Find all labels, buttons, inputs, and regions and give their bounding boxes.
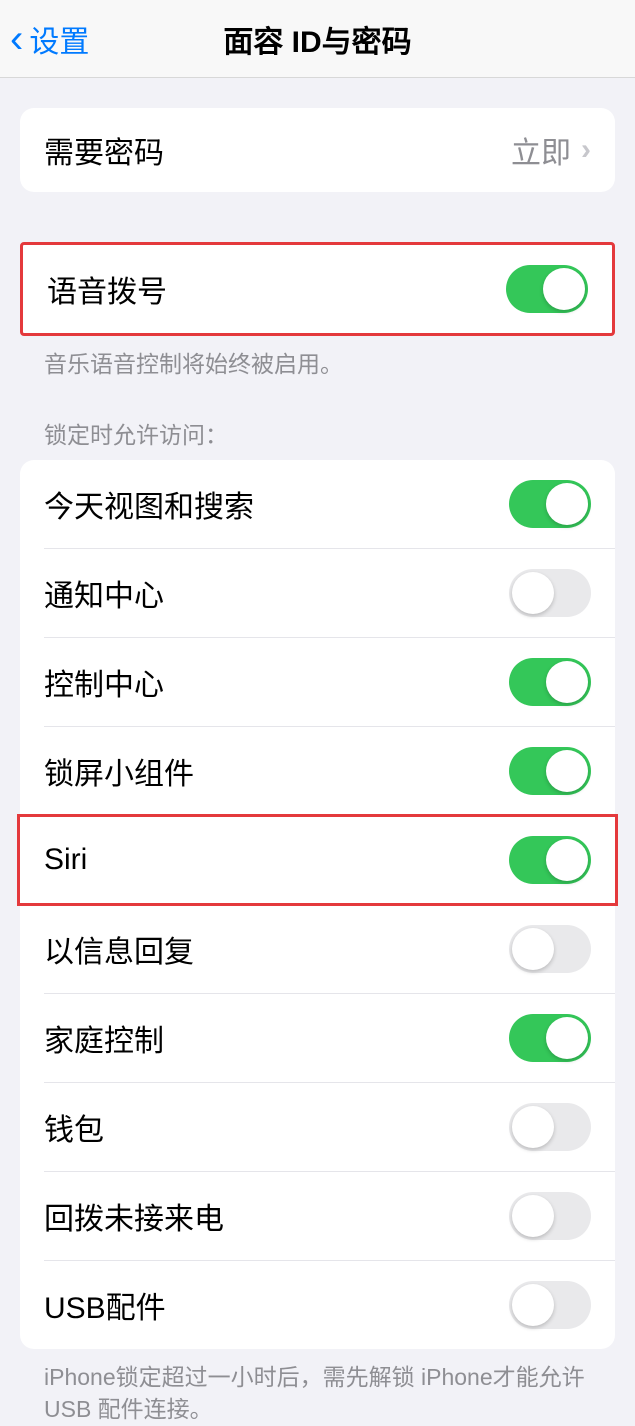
locked-access-toggle[interactable] [509, 1192, 591, 1240]
locked-access-toggle[interactable] [509, 480, 591, 528]
toggle-knob [546, 483, 588, 525]
chevron-left-icon: ‹ [10, 19, 23, 59]
toggle-knob [512, 928, 554, 970]
locked-access-label: 以信息回复 [44, 927, 194, 971]
toggle-knob [512, 1106, 554, 1148]
voice-dial-label: 语音拨号 [47, 267, 167, 311]
locked-access-note: iPhone锁定超过一小时后，需先解锁 iPhone才能允许USB 配件连接。 [20, 1349, 615, 1425]
locked-access-toggle[interactable] [509, 658, 591, 706]
toggle-knob [546, 839, 588, 881]
require-passcode-value-text: 立即 [511, 128, 571, 172]
locked-access-row: 以信息回复 [20, 905, 615, 993]
toggle-knob [546, 750, 588, 792]
locked-access-row: Siri [20, 816, 615, 904]
voice-dial-row: 语音拨号 [23, 245, 612, 333]
locked-access-header: 锁定时允许访问： [20, 416, 615, 460]
locked-access-toggle[interactable] [509, 1014, 591, 1062]
locked-access-row: 家庭控制 [20, 994, 615, 1082]
locked-access-toggle[interactable] [509, 1281, 591, 1329]
nav-header: ‹ 设置 面容 ID与密码 [0, 0, 635, 78]
locked-access-label: 今天视图和搜索 [44, 482, 254, 526]
locked-access-label: 锁屏小组件 [44, 749, 194, 793]
locked-access-label: 通知中心 [44, 571, 164, 615]
locked-access-row: 控制中心 [20, 638, 615, 726]
locked-access-label: 钱包 [44, 1105, 104, 1149]
locked-access-group: 今天视图和搜索通知中心控制中心锁屏小组件 Siri 以信息回复家庭控制钱包回拨未接来… [20, 460, 615, 1349]
back-button[interactable]: ‹ 设置 [0, 17, 89, 61]
locked-access-row: 锁屏小组件 [20, 727, 615, 815]
voice-dial-toggle[interactable] [506, 265, 588, 313]
locked-access-toggle[interactable] [509, 925, 591, 973]
locked-access-label: USB配件 [44, 1283, 166, 1327]
voice-dial-note: 音乐语音控制将始终被启用。 [20, 336, 615, 380]
toggle-knob [546, 661, 588, 703]
require-passcode-group: 需要密码 立即 › [20, 108, 615, 192]
toggle-knob [512, 572, 554, 614]
require-passcode-value: 立即 › [511, 128, 591, 172]
locked-access-row: 钱包 [20, 1083, 615, 1171]
toggle-knob [512, 1195, 554, 1237]
locked-access-toggle[interactable] [509, 569, 591, 617]
locked-access-row: USB配件 [20, 1261, 615, 1349]
locked-access-label: Siri [44, 843, 87, 877]
locked-access-label: 控制中心 [44, 660, 164, 704]
locked-access-toggle[interactable] [509, 1103, 591, 1151]
locked-access-label: 家庭控制 [44, 1016, 164, 1060]
page-title: 面容 ID与密码 [223, 17, 411, 61]
toggle-knob [546, 1017, 588, 1059]
locked-access-toggle[interactable] [509, 836, 591, 884]
locked-access-row: 今天视图和搜索 [20, 460, 615, 548]
locked-access-row: 回拨未接来电 [20, 1172, 615, 1260]
toggle-knob [543, 268, 585, 310]
toggle-knob [512, 1284, 554, 1326]
back-label: 设置 [29, 17, 89, 61]
require-passcode-row[interactable]: 需要密码 立即 › [20, 108, 615, 192]
require-passcode-label: 需要密码 [44, 128, 164, 172]
voice-dial-group: 语音拨号 [20, 242, 615, 336]
locked-access-row: 通知中心 [20, 549, 615, 637]
chevron-right-icon: › [581, 133, 591, 167]
locked-access-toggle[interactable] [509, 747, 591, 795]
locked-access-label: 回拨未接来电 [44, 1194, 224, 1238]
